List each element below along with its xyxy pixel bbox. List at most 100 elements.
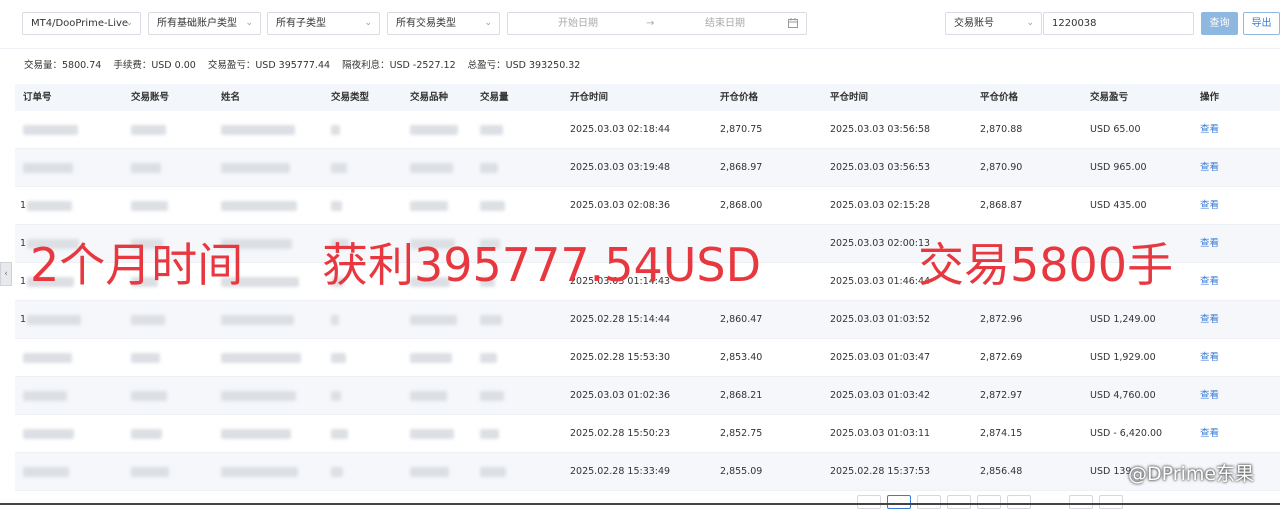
cell-close-time: 2025.03.03 02:00:13 bbox=[830, 238, 931, 249]
redacted-cell bbox=[410, 163, 453, 173]
account-type-select[interactable]: 所有基础账户类型 ⌄ bbox=[148, 12, 261, 35]
pagination-button[interactable] bbox=[857, 495, 881, 509]
start-date-input[interactable]: 开始日期 bbox=[558, 13, 598, 34]
search-input[interactable]: 1220038 bbox=[1043, 12, 1194, 35]
pagination-button[interactable] bbox=[917, 495, 941, 509]
redacted-cell bbox=[131, 125, 166, 135]
cell-close-price: 2,868.87 bbox=[980, 200, 1023, 211]
search-field-select[interactable]: 交易账号 ⌄ bbox=[945, 12, 1042, 35]
redacted-cell bbox=[480, 201, 505, 211]
search-input-value: 1220038 bbox=[1052, 18, 1097, 29]
redacted-cell bbox=[331, 353, 346, 363]
redacted-cell bbox=[23, 163, 73, 173]
redacted-cell bbox=[131, 315, 165, 325]
cell-open-time: 2025.02.28 15:33:49 bbox=[570, 466, 671, 477]
redacted-cell bbox=[410, 467, 449, 477]
order-id-prefix: 1 bbox=[20, 314, 27, 325]
chevron-down-icon: ⌄ bbox=[245, 18, 253, 28]
view-link[interactable]: 查看 bbox=[1200, 377, 1219, 414]
pagination-button[interactable] bbox=[977, 495, 1001, 509]
pagination-button[interactable] bbox=[1007, 495, 1031, 509]
redacted-cell bbox=[131, 391, 167, 401]
cell-open-price: 2,853.40 bbox=[720, 352, 763, 363]
view-link[interactable]: 查看 bbox=[1200, 415, 1219, 452]
overlay-duration: 2个月时间 bbox=[30, 238, 244, 292]
server-select[interactable]: MT4/DooPrime-Live ⌄ bbox=[22, 12, 141, 35]
redacted-cell bbox=[23, 391, 67, 401]
trade-type-select[interactable]: 所有交易类型 ⌄ bbox=[387, 12, 500, 35]
cell-close-time: 2025.02.28 15:37:53 bbox=[830, 466, 931, 477]
pagination-button[interactable] bbox=[1069, 495, 1093, 509]
date-range-picker[interactable]: 开始日期 → 结束日期 bbox=[507, 12, 807, 35]
pagination-button[interactable] bbox=[947, 495, 971, 509]
cell-close-time: 2025.03.03 01:03:52 bbox=[830, 314, 931, 325]
cell-open-time: 2025.03.03 01:02:36 bbox=[570, 390, 671, 401]
chevron-down-icon: ⌄ bbox=[1026, 18, 1034, 28]
table-row: 2025.02.28 15:53:30 2,853.40 2025.03.03 01… bbox=[15, 339, 1280, 377]
view-link[interactable]: 查看 bbox=[1200, 301, 1219, 338]
cell-pnl: USD 4,760.00 bbox=[1090, 390, 1156, 401]
cell-pnl: USD 435.00 bbox=[1090, 200, 1147, 211]
redacted-cell bbox=[480, 391, 504, 401]
redacted-cell bbox=[221, 353, 301, 363]
order-id-prefix: 1 bbox=[20, 276, 27, 287]
redacted-cell bbox=[23, 429, 74, 439]
table-row: 1 2025.02.28 15:14:44 2,860.47 2025.03.03 0… bbox=[15, 301, 1280, 339]
summary-bar: 交易量：5800.74 手续费：USD 0.00 交易盈亏：USD 395777… bbox=[24, 57, 589, 75]
table-row: 2025.03.03 03:19:48 2,868.97 2025.03.03 03… bbox=[15, 149, 1280, 187]
cell-open-price: 2,855.09 bbox=[720, 466, 763, 477]
table-row: 2025.02.28 15:33:49 2,855.09 2025.02.28 15… bbox=[15, 453, 1280, 491]
cell-pnl: USD 65.00 bbox=[1090, 124, 1141, 135]
sub-type-select[interactable]: 所有子类型 ⌄ bbox=[267, 12, 380, 35]
col-close-time: 平仓时间 bbox=[830, 92, 869, 103]
end-date-input[interactable]: 结束日期 bbox=[705, 13, 745, 34]
view-link[interactable]: 查看 bbox=[1200, 263, 1219, 300]
redacted-cell bbox=[27, 201, 72, 211]
overlay-profit: 获利395777.54USD bbox=[322, 238, 762, 292]
redacted-cell bbox=[23, 353, 72, 363]
redacted-cell bbox=[331, 429, 348, 439]
cell-close-time: 2025.03.03 03:56:58 bbox=[830, 124, 931, 135]
redacted-cell bbox=[221, 429, 291, 439]
col-order-id: 订单号 bbox=[23, 92, 52, 103]
redacted-cell bbox=[480, 163, 498, 173]
redacted-cell bbox=[221, 163, 290, 173]
redacted-cell bbox=[331, 201, 342, 211]
cell-pnl: USD 965.00 bbox=[1090, 162, 1147, 173]
query-button[interactable]: 查询 bbox=[1201, 12, 1238, 35]
cell-open-price: 2,870.75 bbox=[720, 124, 763, 135]
scroll-left-arrow[interactable]: ‹ bbox=[0, 262, 12, 286]
redacted-cell bbox=[221, 125, 295, 135]
redacted-cell bbox=[23, 125, 78, 135]
cell-open-time: 2025.03.03 03:19:48 bbox=[570, 162, 671, 173]
redacted-cell bbox=[410, 201, 448, 211]
account-type-value: 所有基础账户类型 bbox=[157, 18, 237, 29]
redacted-cell bbox=[410, 125, 458, 135]
redacted-cell bbox=[480, 315, 502, 325]
pagination-button[interactable] bbox=[887, 495, 911, 509]
view-link[interactable]: 查看 bbox=[1200, 225, 1219, 262]
view-link[interactable]: 查看 bbox=[1200, 339, 1219, 376]
redacted-cell bbox=[221, 201, 297, 211]
redacted-cell bbox=[331, 163, 347, 173]
view-link[interactable]: 查看 bbox=[1200, 187, 1219, 224]
table-row: 2025.02.28 15:50:23 2,852.75 2025.03.03 01… bbox=[15, 415, 1280, 453]
redacted-cell bbox=[410, 315, 457, 325]
redacted-cell bbox=[221, 315, 294, 325]
redacted-cell bbox=[131, 467, 169, 477]
pagination-button[interactable] bbox=[1099, 495, 1123, 509]
col-action: 操作 bbox=[1200, 92, 1220, 103]
redacted-cell bbox=[480, 429, 499, 439]
redacted-cell bbox=[410, 391, 447, 401]
order-id-prefix: 1 bbox=[20, 200, 27, 211]
cell-close-time: 2025.03.03 01:03:11 bbox=[830, 428, 931, 439]
cell-open-price: 2,860.47 bbox=[720, 314, 763, 325]
view-link[interactable]: 查看 bbox=[1200, 111, 1219, 148]
redacted-cell bbox=[23, 467, 69, 477]
trade-type-value: 所有交易类型 bbox=[396, 18, 456, 29]
export-button[interactable]: 导出 bbox=[1243, 12, 1280, 35]
redacted-cell bbox=[331, 467, 343, 477]
view-link[interactable]: 查看 bbox=[1200, 149, 1219, 186]
server-select-value: MT4/DooPrime-Live bbox=[31, 18, 129, 29]
cell-open-price: 2,852.75 bbox=[720, 428, 763, 439]
